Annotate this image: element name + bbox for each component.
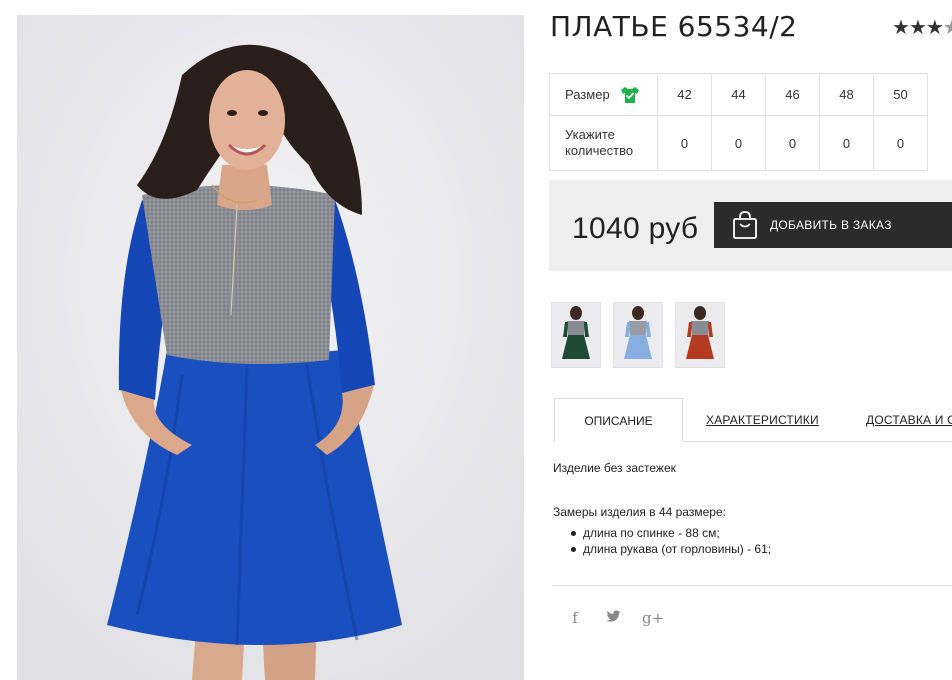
tab-characteristics[interactable]: ХАРАКТЕРИСТИКИ (706, 398, 819, 442)
quantity-input-48[interactable]: 0 (819, 115, 874, 171)
star-icon[interactable]: ★ (909, 17, 927, 39)
price-box: 1040 руб ДОБАВИТЬ В ЗАКАЗ (549, 180, 952, 271)
social-share: f g+ (566, 609, 664, 627)
gplus-icon[interactable]: g+ (642, 609, 664, 627)
add-to-order-button[interactable]: ДОБАВИТЬ В ЗАКАЗ (714, 202, 952, 248)
size-42[interactable]: 42 (657, 73, 712, 116)
quantity-input-50[interactable]: 0 (873, 115, 928, 171)
tab-description[interactable]: ОПИСАНИЕ (554, 398, 683, 442)
size-44[interactable]: 44 (711, 73, 766, 116)
quantity-input-44[interactable]: 0 (711, 115, 766, 171)
thumb-green[interactable] (551, 302, 601, 368)
measures-list: длина по спинке - 88 см; длина рукава (о… (553, 525, 771, 557)
price: 1040 руб (572, 212, 699, 245)
size-row: Размер 42 44 46 48 50 (549, 73, 928, 116)
size-48[interactable]: 48 (819, 73, 874, 116)
twitter-icon[interactable] (604, 609, 622, 627)
size-46[interactable]: 46 (765, 73, 820, 116)
quantity-label: Укажите количество (549, 115, 658, 171)
quantity-input-46[interactable]: 0 (765, 115, 820, 171)
list-item: длина по спинке - 88 см; (570, 525, 771, 541)
star-icon[interactable]: ★ (926, 17, 944, 39)
add-to-order-label: ДОБАВИТЬ В ЗАКАЗ (770, 218, 892, 232)
list-item: длина рукава (от горловины) - 61; (570, 542, 772, 556)
size-label-cell: Размер (549, 73, 658, 116)
rating-stars[interactable]: ★★★★ (892, 15, 952, 40)
product-title: ПЛАТЬЕ 65534/2 (550, 10, 798, 43)
quantity-input-42[interactable]: 0 (657, 115, 712, 171)
shopping-bag-icon (732, 211, 758, 239)
size-label: Размер (565, 86, 610, 102)
tab-delivery[interactable]: ДОСТАВКА И О (866, 398, 952, 442)
description-panel: Изделие без застежек Замеры изделия в 44… (553, 461, 771, 557)
size-chart-icon[interactable] (620, 86, 640, 104)
size-50[interactable]: 50 (873, 73, 928, 116)
size-quantity-table: Размер 42 44 46 48 50 Укажите количество… (549, 73, 928, 171)
facebook-icon[interactable]: f (566, 609, 584, 627)
measures-title: Замеры изделия в 44 размере: (553, 505, 726, 519)
quantity-row: Укажите количество 0 0 0 0 0 (549, 115, 928, 171)
thumb-lightblue[interactable] (613, 302, 663, 368)
divider (553, 585, 952, 586)
color-thumbnails (551, 302, 725, 368)
star-icon[interactable]: ★ (943, 17, 952, 39)
thumb-red[interactable] (675, 302, 725, 368)
description-text: Изделие без застежек (553, 461, 676, 475)
dress-model-illustration (17, 15, 524, 680)
star-icon[interactable]: ★ (892, 17, 910, 39)
product-photo[interactable] (17, 15, 524, 680)
